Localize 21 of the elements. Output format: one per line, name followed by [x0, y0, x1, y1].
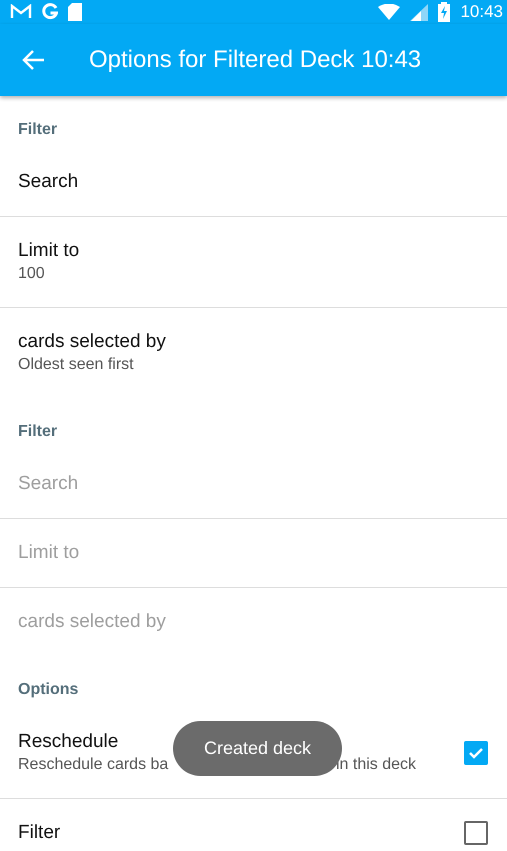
- screen-title: Options for Filtered Deck 10:43: [89, 46, 422, 74]
- setting-title[interactable]: Reschedule: [18, 730, 118, 754]
- sd-card-icon: [68, 3, 82, 21]
- setting-title[interactable]: cards selected by: [18, 330, 166, 354]
- setting-summary: 100: [18, 264, 45, 284]
- check-icon: [468, 745, 484, 761]
- setting-title[interactable]: Limit to: [18, 239, 80, 263]
- signal-icon: [410, 4, 428, 20]
- setting-summary: Reschedule cards ba: [18, 755, 170, 775]
- wifi-icon: [378, 4, 400, 20]
- checkbox[interactable]: [464, 821, 488, 845]
- setting-title[interactable]: Filter: [18, 821, 60, 845]
- google-icon: [42, 3, 58, 21]
- status-time: 10:43: [460, 2, 503, 22]
- checkbox[interactable]: [464, 741, 488, 765]
- setting-title[interactable]: Search: [18, 170, 78, 194]
- setting-summary: Oldest seen first: [18, 355, 134, 375]
- section-header: Filter: [17, 422, 58, 442]
- section-header: Options: [17, 680, 80, 700]
- section-header: Filter: [17, 120, 58, 140]
- mail-icon: [10, 4, 32, 20]
